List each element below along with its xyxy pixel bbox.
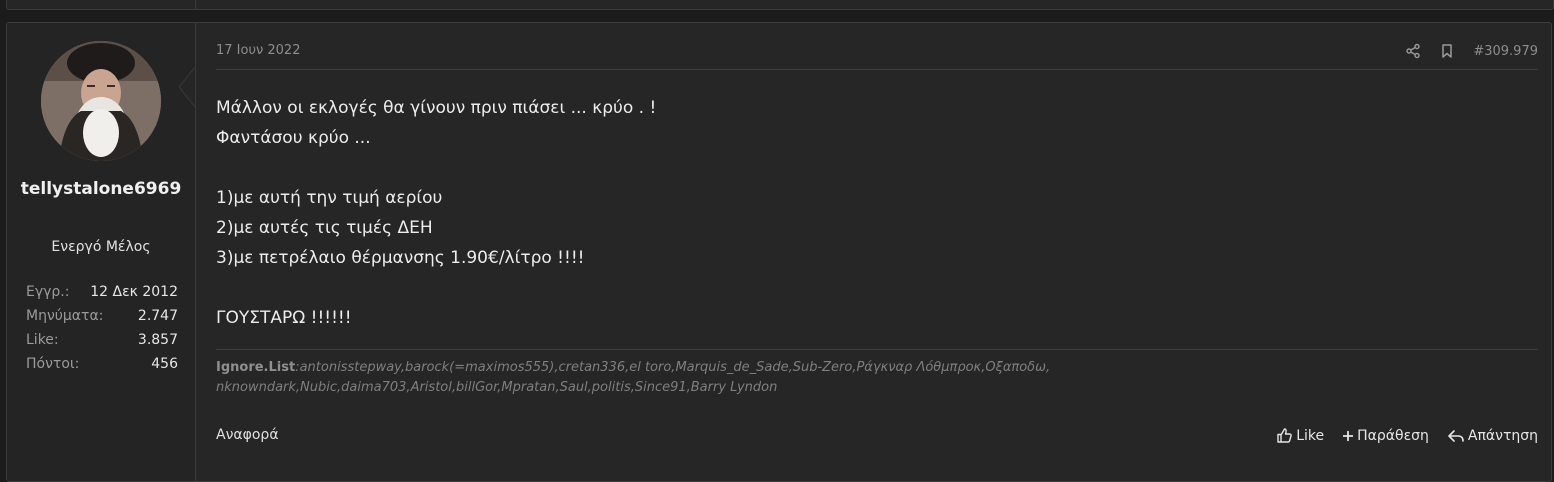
username[interactable]: tellystalone6969 bbox=[7, 176, 195, 202]
post-number-link[interactable]: #309.979 bbox=[1473, 44, 1538, 59]
quote-label: Παράθεση bbox=[1357, 427, 1429, 444]
post-actions: Like Παράθεση Απάντηση bbox=[1276, 427, 1538, 444]
stat-label: Εγγρ.: bbox=[26, 284, 70, 300]
like-button[interactable]: Like bbox=[1276, 427, 1324, 444]
reply-icon bbox=[1448, 429, 1464, 442]
post-footer: Αναφορά Like Παράθεση Απάντηση bbox=[216, 427, 1538, 447]
stat-label: Πόντοι: bbox=[26, 356, 80, 372]
stat-likes: Like: 3.857 bbox=[26, 328, 178, 352]
body-line bbox=[216, 273, 1536, 303]
avatar[interactable] bbox=[41, 41, 161, 161]
post-date[interactable]: 17 Ιουν 2022 bbox=[216, 43, 300, 58]
body-line: 3)με πετρέλαιο θέρμανσης 1.90€/λίτρο !!!… bbox=[216, 248, 585, 268]
stat-value: 456 bbox=[151, 356, 178, 372]
user-info-column: tellystalone6969 Ενεργό Μέλος Εγγρ.: 12 … bbox=[7, 23, 196, 481]
stat-value: 12 Δεκ 2012 bbox=[90, 284, 178, 300]
body-line: Φαντάσου κρύο ... bbox=[216, 128, 371, 148]
post-body: Μάλλον οι εκλογές θα γίνουν πριν πιάσει … bbox=[216, 93, 1536, 333]
body-line: 1)με αυτή την τιμή αερίου bbox=[216, 188, 443, 208]
reply-button[interactable]: Απάντηση bbox=[1447, 427, 1538, 444]
previous-post-divider bbox=[195, 0, 196, 9]
user-title: Ενεργό Μέλος bbox=[51, 239, 151, 255]
post-meta-actions: #309.979 bbox=[1405, 43, 1538, 59]
body-line: ΓΟΥΣΤΑΡΩ !!!!!! bbox=[216, 308, 352, 328]
post-pointer-arrow bbox=[179, 67, 196, 107]
avatar-image bbox=[41, 41, 161, 161]
signature-line-1: Ignore.List:antonisstepway,barock(=maxim… bbox=[216, 358, 1538, 378]
user-stats: Εγγρ.: 12 Δεκ 2012 Μηνύματα: 2.747 Like:… bbox=[26, 280, 178, 376]
bookmark-icon[interactable] bbox=[1439, 43, 1455, 59]
signature-line-2: nknowndark,Nubic,daima703,Aristol,billGo… bbox=[216, 380, 778, 395]
share-icon[interactable] bbox=[1405, 43, 1421, 59]
stat-value: 3.857 bbox=[137, 332, 178, 348]
stat-label: Μηνύματα: bbox=[26, 308, 104, 324]
like-label: Like bbox=[1296, 427, 1325, 444]
body-line bbox=[216, 153, 1536, 183]
thumbs-up-icon bbox=[1277, 428, 1293, 443]
signature: Ignore.List:antonisstepway,barock(=maxim… bbox=[216, 349, 1538, 398]
post-meta: 17 Ιουν 2022 #309.979 bbox=[216, 43, 1538, 70]
plus-icon bbox=[1343, 430, 1354, 441]
previous-post-edge bbox=[6, 0, 1554, 10]
post-main: 17 Ιουν 2022 #309.979 Μάλλον οι εκλογές … bbox=[216, 23, 1538, 481]
stat-label: Like: bbox=[26, 332, 59, 348]
stat-joined: Εγγρ.: 12 Δεκ 2012 bbox=[26, 280, 178, 304]
reply-label: Απάντηση bbox=[1467, 427, 1538, 444]
stat-points: Πόντοι: 456 bbox=[26, 352, 178, 376]
forum-post: tellystalone6969 Ενεργό Μέλος Εγγρ.: 12 … bbox=[6, 22, 1552, 482]
stat-messages: Μηνύματα: 2.747 bbox=[26, 304, 178, 328]
signature-label: Ignore.List bbox=[216, 360, 296, 375]
body-line: 2)με αυτές τις τιμές ΔΕΗ bbox=[216, 218, 433, 238]
stat-value: 2.747 bbox=[137, 308, 178, 324]
quote-button[interactable]: Παράθεση bbox=[1342, 427, 1429, 444]
body-line: Μάλλον οι εκλογές θα γίνουν πριν πιάσει … bbox=[216, 98, 657, 118]
report-link[interactable]: Αναφορά bbox=[216, 427, 279, 443]
signature-list: :antonisstepway,barock(=maximos555),cret… bbox=[295, 360, 1051, 375]
